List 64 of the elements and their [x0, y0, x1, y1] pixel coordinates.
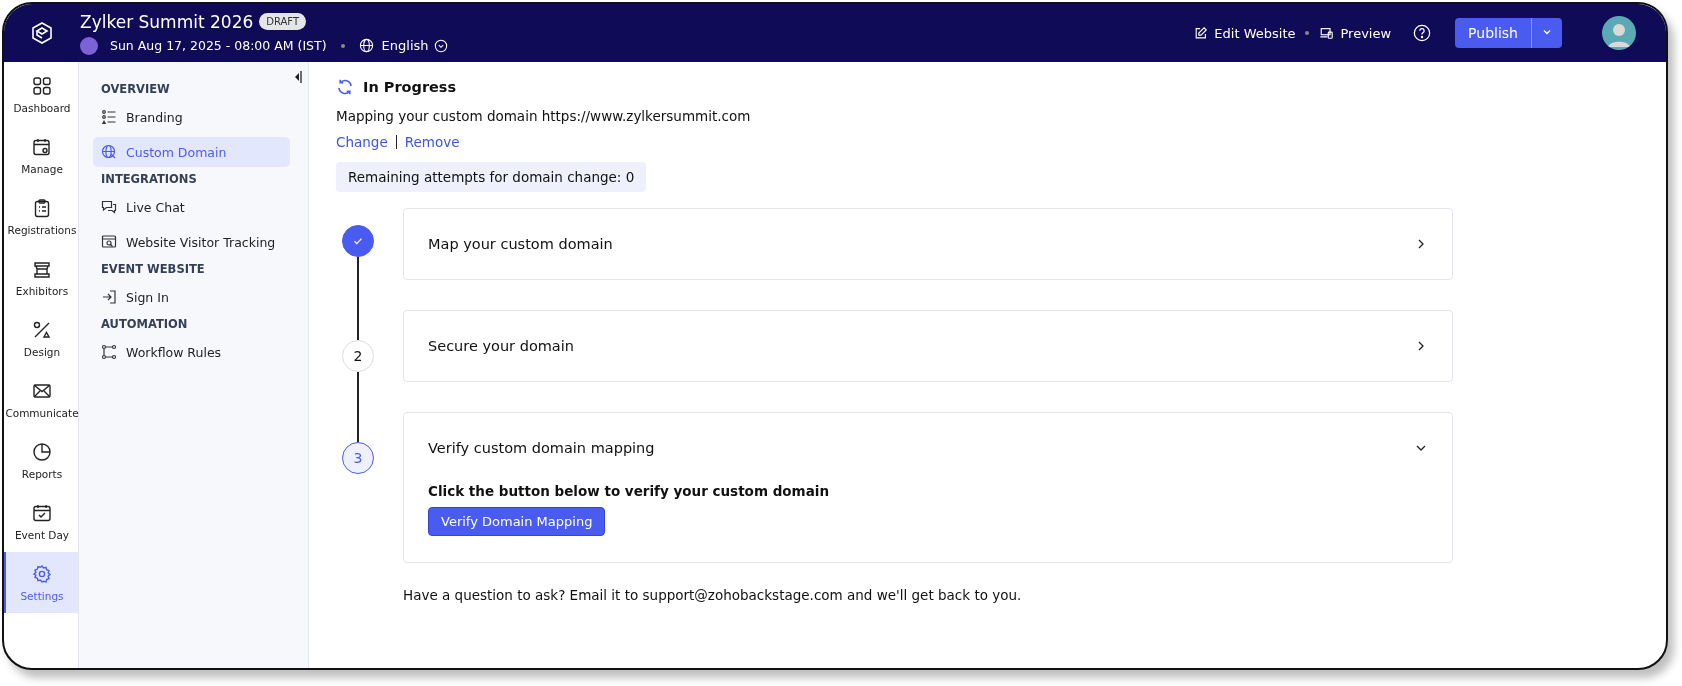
chat-bubbles-icon	[101, 199, 117, 215]
step-title: Map your custom domain	[428, 236, 613, 252]
collapse-toggle-icon[interactable]	[294, 69, 302, 83]
rail-nav-item[interactable]: Reports	[4, 430, 78, 491]
status-heading: In Progress	[363, 79, 457, 95]
sidebar-item[interactable]: Workflow Rules	[93, 337, 290, 367]
list-icon	[101, 109, 117, 125]
settings-icon	[32, 563, 52, 584]
rail-nav-item[interactable]: Dashboard	[4, 64, 78, 125]
header-action[interactable]: Preview	[1315, 25, 1396, 41]
rail-nav-item[interactable]: Manage	[4, 125, 78, 186]
globe-icon	[101, 144, 117, 160]
rail-nav-item[interactable]: Registrations	[4, 186, 78, 247]
pencil-ruler-icon	[32, 319, 52, 340]
step-card[interactable]: Secure your domain	[403, 310, 1453, 382]
grid-icon	[32, 75, 52, 96]
step-title: Secure your domain	[428, 338, 574, 354]
devices-icon	[1319, 26, 1335, 40]
globe-icon	[358, 38, 374, 53]
sidebar-item[interactable]: Website Visitor Tracking	[93, 227, 290, 257]
rail-nav-item[interactable]: Exhibitors	[4, 247, 78, 308]
calendar-check-icon	[32, 502, 52, 523]
mapping-text: Mapping your custom domain https://www.zylkersummit.com	[336, 108, 752, 124]
section-heading: OVERVIEW	[100, 82, 171, 96]
event-title: Zylker Summit 2026	[80, 11, 254, 32]
chevron-down-icon[interactable]	[433, 38, 448, 53]
rail-nav-item[interactable]: Event Day	[4, 491, 78, 552]
app-logo-icon[interactable]	[30, 21, 54, 45]
section-heading: EVENT WEBSITE	[100, 262, 206, 276]
workflow-icon	[101, 344, 117, 360]
help-text: Have a question to ask? Email it to support@zohobackstage.com and we'll get back to you.	[403, 587, 1023, 603]
event-date: Sun Aug 17, 2025 - 08:00 AM (IST)	[110, 38, 327, 53]
help-icon[interactable]	[1413, 24, 1432, 42]
section-heading: INTEGRATIONS	[100, 172, 198, 186]
sign-in-icon	[101, 289, 117, 305]
edit-icon	[1194, 26, 1209, 40]
domain-link[interactable]: Change	[336, 134, 388, 150]
rail-nav-item[interactable]: Design	[4, 308, 78, 369]
attempts-notice: Remaining attempts for domain change: 0	[336, 162, 647, 192]
step-card[interactable]: Map your custom domain	[403, 208, 1453, 280]
event-icon	[80, 36, 98, 55]
section-heading: AUTOMATION	[100, 317, 189, 331]
step-title: Verify custom domain mapping	[428, 440, 655, 456]
sidebar-item[interactable]: Custom Domain	[93, 137, 290, 167]
calendar-gear-icon	[32, 136, 52, 157]
sidebar-item[interactable]: Sign In	[93, 282, 290, 312]
sync-icon	[336, 78, 354, 96]
clipboard-icon	[32, 197, 52, 218]
step-card[interactable]: Verify custom domain mapping Click the button below to verify your custom domain Verify Domain Mapping	[403, 412, 1453, 563]
browser-search-icon	[101, 234, 117, 250]
sidebar-item[interactable]: Live Chat	[93, 192, 290, 222]
domain-link[interactable]: Remove	[404, 134, 460, 150]
sidebar-item[interactable]: Branding	[93, 102, 290, 132]
language-selector[interactable]: English	[381, 38, 448, 53]
step-instruction: Click the button below to verify your custom domain	[428, 483, 830, 499]
step-indicator: 2	[342, 340, 374, 372]
user-avatar[interactable]	[1602, 16, 1636, 50]
header-action[interactable]: Edit Website	[1190, 25, 1300, 41]
step-indicator: 3	[342, 442, 374, 474]
pie-chart-icon	[32, 441, 52, 462]
rail-nav-item[interactable]: Communicate	[4, 369, 78, 430]
rail-nav-item[interactable]: Settings	[4, 552, 78, 613]
status-badge: DRAFT	[259, 13, 307, 30]
verify-button[interactable]: Verify Domain Mapping	[428, 507, 606, 536]
